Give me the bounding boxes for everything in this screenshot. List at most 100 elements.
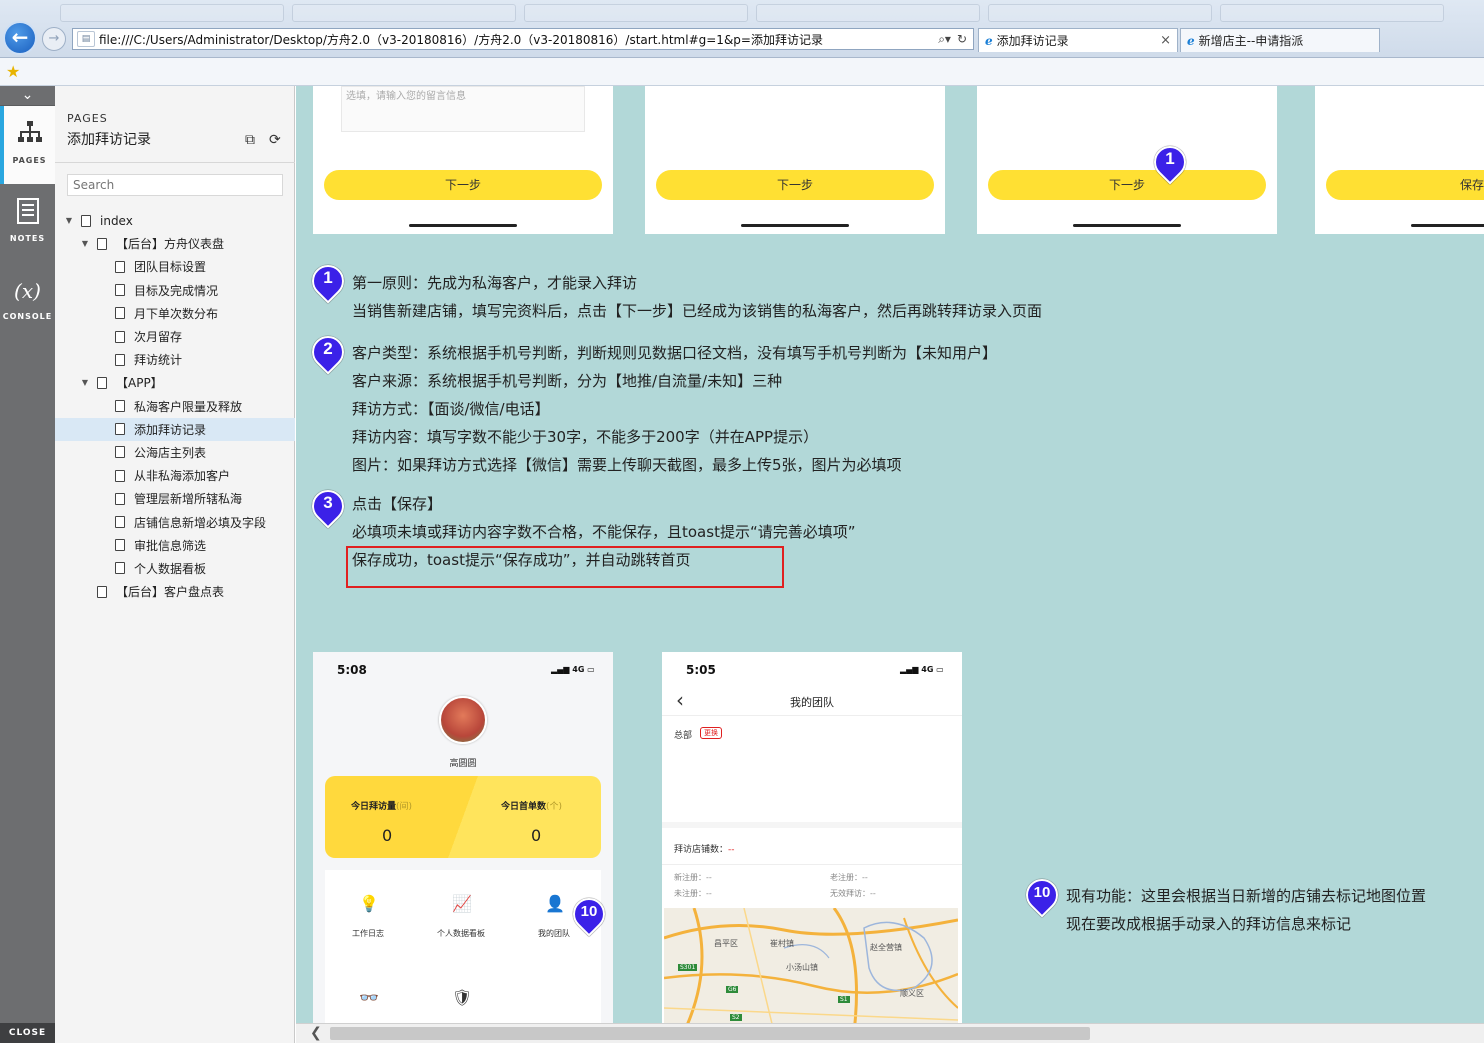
ghost-tab[interactable] [988,4,1212,22]
tree-item-label: 店铺信息新增必填及字段 [134,515,267,530]
note-text: 客户来源：系统根据手机号判断，分为【地推/自流量/未知】三种 [352,372,783,390]
tree-item[interactable]: 月下单次数分布 [55,302,295,325]
horizontal-scrollbar[interactable]: ❮ [296,1023,1484,1043]
road-badge: S301 [678,964,698,971]
tree-item[interactable]: 个人数据看板 [55,557,295,580]
back-button[interactable]: ← [3,21,37,55]
note-text: 拜访内容：填写字数不能少于30字，不能多于200字（并在APP提示） [352,428,819,446]
url-text[interactable]: file:///C:/Users/Administrator/Desktop/方… [99,31,923,48]
close-icon[interactable]: × [1160,33,1171,48]
tree-item-label: 月下单次数分布 [134,306,219,321]
stat-label: 老注册： [830,873,862,882]
stat-old-registered: 老注册：-- [830,872,868,883]
status-signal: ▂▄▆ 4G ▭ [900,665,944,674]
map-view[interactable]: 昌平区 崔村镇 赵全营镇 小汤山镇 顺义区 S301 G6 S1 S2 [664,908,958,1023]
stat-value: -- [706,889,712,898]
scroll-thumb[interactable] [330,1027,1090,1040]
map-label: 赵全营镇 [870,943,902,952]
grid-label-personal-data[interactable]: 个人数据看板 [426,928,496,939]
open-external-icon[interactable]: ⧉ [245,132,255,148]
stat-orders-unit: (个) [546,802,563,812]
screen-card: 下一步 [645,86,945,234]
remark-textarea[interactable]: 选填，请输入您的留言信息 [341,86,585,132]
chevron-down-icon[interactable]: ⌄ [0,86,55,106]
next-step-button[interactable]: 下一步 [324,170,602,200]
search-input[interactable] [67,174,283,196]
search-icon[interactable]: ⌕▾ [938,32,951,47]
tree-item[interactable]: 审批信息筛选 [55,534,295,557]
background-tabs [60,4,1444,24]
marker-pin-10[interactable]: 10 [566,891,612,938]
next-step-button[interactable]: 下一步 [988,170,1266,200]
shield-icon[interactable]: 🛡 [442,988,482,1007]
tab-label: 新增店主--申请指派 [1198,34,1304,48]
status-time: 5:08 [337,663,367,677]
tree-item[interactable]: 目标及完成情况 [55,279,295,302]
marker-pin-3[interactable]: 3 [305,483,351,530]
share-icon[interactable]: ⟳ [269,132,281,148]
org-label: 总部 [674,731,693,741]
chevron-down-icon[interactable]: ▼ [79,239,91,248]
tree-item[interactable]: 店铺信息新增必填及字段 [55,510,295,533]
tree-item[interactable]: 添加拜访记录 [55,417,295,441]
tree-item-label: 【后台】客户盘点表 [116,585,225,600]
tree-item[interactable]: 私海客户限量及释放 [55,395,295,418]
tree-item[interactable]: 团队目标设置 [55,255,295,278]
ghost-tab[interactable] [1220,4,1444,22]
refresh-icon[interactable]: ↻ [957,32,967,47]
ghost-tab[interactable] [292,4,516,22]
chevron-left-icon[interactable]: ❮ [310,1025,322,1041]
tree-item[interactable]: 拜访统计 [55,348,295,371]
address-bar[interactable]: ▤ file:///C:/Users/Administrator/Desktop… [72,28,974,50]
avatar[interactable] [439,696,487,744]
ghost-tab[interactable] [524,4,748,22]
tab-active[interactable]: e 添加拜访记录 × [978,28,1178,52]
binoculars-icon[interactable]: 👓 [349,988,389,1007]
map-label: 崔村镇 [770,939,794,948]
marker-pin-2[interactable]: 2 [305,329,351,376]
close-sidebar-button[interactable]: CLOSE [0,1023,55,1043]
marker-pin-1[interactable]: 1 [1147,139,1193,186]
rail-pages[interactable]: PAGES [0,106,55,184]
next-step-button[interactable]: 下一步 [656,170,934,200]
save-button[interactable]: 保存 [1326,170,1484,200]
tree-item[interactable]: 公海店主列表 [55,441,295,464]
status-signal: ▂▄▆ 4G ▭ [551,665,595,674]
grid-label-worklog[interactable]: 工作日志 [333,928,403,939]
favorites-bar: ★ [0,58,1484,86]
favorites-star-icon[interactable]: ★ [6,62,20,81]
tree-item-label: 公海店主列表 [134,445,207,460]
tab-inactive[interactable]: e 新增店主--申请指派 [1180,28,1380,52]
tree-item[interactable]: 次月留存 [55,325,295,348]
arrow-left-icon: ← [11,25,29,49]
rail-console[interactable]: (x) CONSOLE [0,262,55,340]
phone-mockup-team: 5:05 ▂▄▆ 4G ▭ ‹ 我的团队 总部 更换 拜访店铺数：-- 新注册：… [662,652,962,1023]
tree-item-label: 审批信息筛选 [134,538,207,553]
tree-item-label: 【后台】方舟仪表盘 [116,237,225,252]
tree-item[interactable]: ▼ 【后台】方舟仪表盘 [55,232,295,255]
stat-label: 未注册： [674,889,706,898]
page-icon [97,376,107,389]
tree-item[interactable]: 管理层新增所辖私海 [55,487,295,510]
page-icon [115,446,125,459]
tree-item[interactable]: ▼ index [55,209,295,232]
ghost-tab[interactable] [60,4,284,22]
tree-item[interactable]: ▼ 【APP】 [55,371,295,394]
rail-notes[interactable]: NOTES [0,184,55,262]
axure-sidebar-rail: ⌄ PAGES NOTES (x) CONSOLE CLOSE [0,86,55,1043]
chevron-down-icon[interactable]: ▼ [63,216,75,225]
bulb-icon[interactable]: 💡 [349,894,389,913]
chart-icon[interactable]: 📈 [442,894,482,913]
ghost-tab[interactable] [756,4,980,22]
forward-button[interactable]: → [42,27,66,51]
tree-item[interactable]: 从非私海添加客户 [55,464,295,487]
tree-item[interactable]: 【后台】客户盘点表 [55,580,295,603]
note-text: 点击【保存】 [352,495,443,513]
marker-pin-1[interactable]: 1 [305,258,351,305]
page-icon [97,237,107,250]
marker-pin-10[interactable]: 10 [1019,872,1065,919]
visit-stats-panel: 拜访店铺数：-- 新注册：-- 老注册：-- 未注册：-- 无效拜访：-- 昌平… [662,828,962,1023]
change-org-button[interactable]: 更换 [700,727,722,739]
team-icon[interactable]: 👤 [535,894,575,913]
chevron-down-icon[interactable]: ▼ [79,378,91,387]
